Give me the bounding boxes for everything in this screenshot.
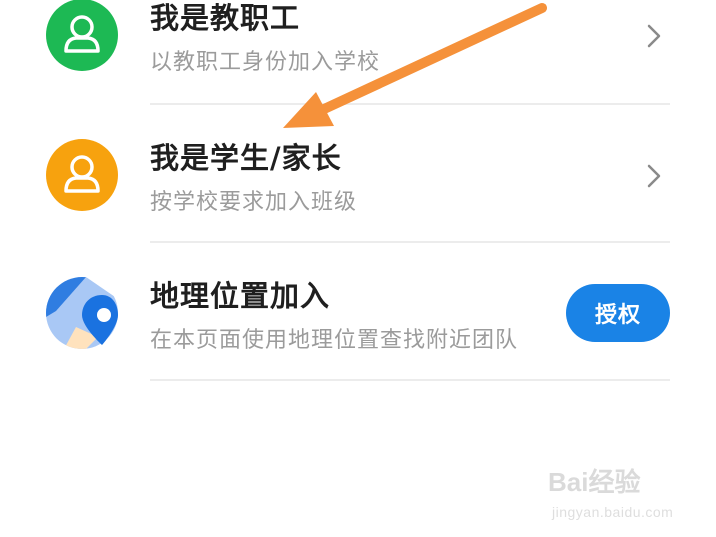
- chevron-right-icon: [647, 24, 661, 48]
- row-subtitle: 按学校要求加入班级: [150, 190, 358, 215]
- person-icon: [46, 0, 118, 71]
- row-title: 我是教职工: [150, 1, 301, 35]
- watermark: Bai经验 jingyan.baidu.com: [548, 462, 688, 522]
- watermark-brand: Bai经验: [548, 467, 641, 497]
- row-title: 地理位置加入: [150, 279, 331, 313]
- join-as-student-parent-row[interactable]: 我是学生/家长 按学校要求加入班级: [0, 105, 716, 243]
- chevron-right-icon: [647, 164, 661, 188]
- join-as-staff-row[interactable]: 我是教职工 以教职工身份加入学校: [0, 0, 716, 103]
- row-title: 我是学生/家长: [150, 141, 342, 175]
- authorize-button[interactable]: 授权: [566, 284, 670, 342]
- person-icon: [46, 139, 118, 211]
- row-subtitle: 以教职工身份加入学校: [150, 50, 381, 75]
- watermark-url: jingyan.baidu.com: [552, 504, 674, 520]
- map-pin-icon: [46, 277, 118, 349]
- row-subtitle: 在本页面使用地理位置查找附近团队: [150, 328, 519, 353]
- divider: [150, 379, 670, 381]
